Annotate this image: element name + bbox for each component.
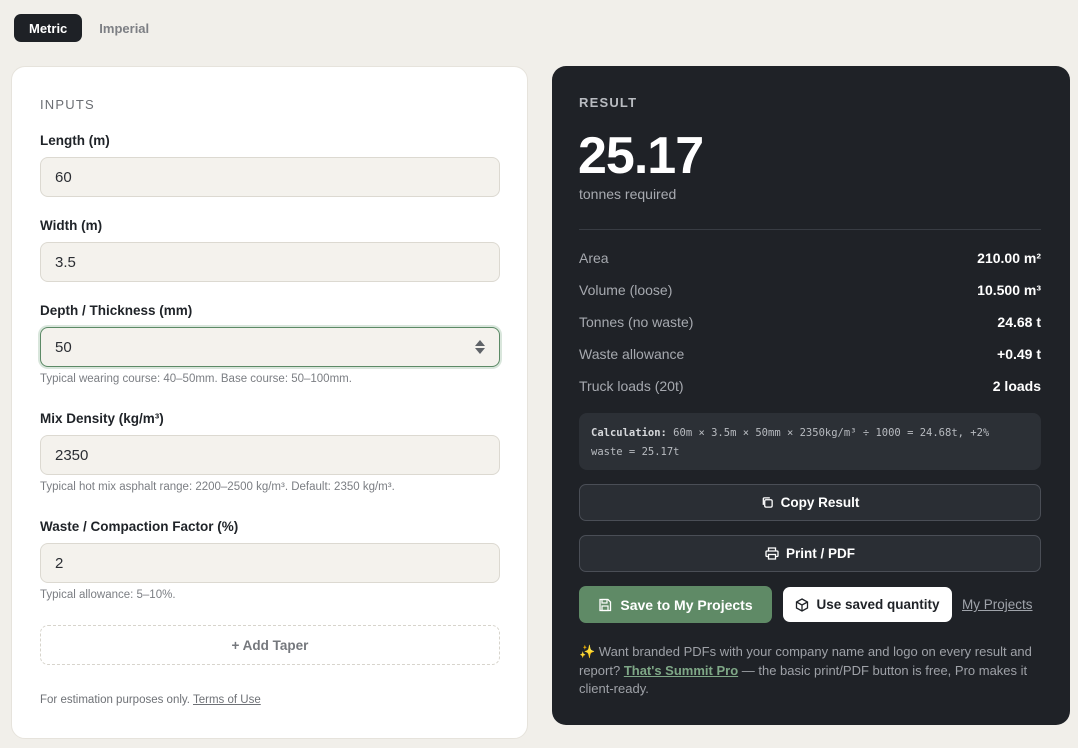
add-taper-button[interactable]: + Add Taper	[40, 625, 500, 665]
copy-icon	[761, 496, 774, 509]
waste-label: Waste / Compaction Factor (%)	[40, 519, 239, 534]
metric-label: Waste allowance	[579, 346, 685, 362]
waste-hint: Typical allowance: 5–10%.	[40, 589, 176, 601]
my-projects-link[interactable]: My Projects	[962, 597, 1033, 612]
metric-row-waste: Waste allowance +0.49 t	[579, 346, 1041, 378]
disclaimer-text: For estimation purposes only.	[40, 694, 190, 706]
metric-row-volume: Volume (loose) 10.500 m³	[579, 282, 1041, 314]
depth-value: 50	[55, 338, 72, 356]
width-input[interactable]: 3.5	[40, 242, 500, 282]
unit-toggle: Metric Imperial	[14, 14, 164, 42]
promo-text: ✨ Want branded PDFs with your company na…	[579, 643, 1045, 699]
result-panel: RESULT 25.17 tonnes required Area 210.00…	[552, 66, 1070, 725]
result-value: 25.17	[578, 127, 704, 185]
summit-pro-link[interactable]: That's Summit Pro	[624, 663, 738, 678]
print-pdf-label: Print / PDF	[785, 546, 855, 561]
depth-hint: Typical wearing course: 40–50mm. Base co…	[40, 373, 352, 385]
sparkles-icon: ✨	[579, 644, 596, 659]
result-metrics: Area 210.00 m² Volume (loose) 10.500 m³ …	[579, 250, 1041, 410]
metric-row-tonnes: Tonnes (no waste) 24.68 t	[579, 314, 1041, 346]
copy-result-label: Copy Result	[780, 495, 860, 510]
calculation-line-1: 60m × 3.5m × 50mm × 2350kg/m³ ÷ 1000 = 2…	[666, 427, 990, 439]
metric-label: Area	[579, 250, 609, 266]
disclaimer: For estimation purposes only. Terms of U…	[40, 694, 261, 706]
density-input[interactable]: 2350	[40, 435, 500, 475]
width-field: Width (m) 3.5	[40, 218, 500, 282]
terms-link[interactable]: Terms of Use	[193, 694, 261, 706]
width-value: 3.5	[55, 253, 76, 271]
result-divider	[579, 229, 1041, 230]
density-hint: Typical hot mix asphalt range: 2200–2500…	[40, 481, 395, 493]
metric-value: +0.49 t	[997, 346, 1041, 362]
printer-icon	[765, 547, 779, 560]
metric-label: Truck loads (20t)	[579, 378, 684, 394]
length-label: Length (m)	[40, 133, 110, 148]
density-value: 2350	[55, 446, 89, 464]
number-stepper-icon[interactable]	[475, 340, 485, 354]
width-label: Width (m)	[40, 218, 103, 233]
metric-row-trucks: Truck loads (20t) 2 loads	[579, 378, 1041, 410]
depth-input[interactable]: 50	[40, 327, 500, 367]
length-value: 60	[55, 168, 72, 186]
waste-field: Waste / Compaction Factor (%) 2 Typical …	[40, 519, 500, 601]
use-saved-quantity-label: Use saved quantity	[816, 597, 940, 612]
calculation-line-2: waste = 25.17t	[591, 446, 680, 458]
metric-label: Tonnes (no waste)	[579, 314, 694, 330]
calculation-label: Calculation:	[591, 427, 667, 439]
inputs-panel: INPUTS Length (m) 60 Width (m) 3.5 Depth…	[11, 66, 528, 739]
save-to-projects-button[interactable]: Save to My Projects	[579, 586, 772, 623]
metric-row-area: Area 210.00 m²	[579, 250, 1041, 282]
metric-value: 10.500 m³	[977, 282, 1041, 298]
copy-result-button[interactable]: Copy Result	[579, 484, 1041, 521]
cube-icon	[795, 597, 809, 612]
save-to-projects-label: Save to My Projects	[620, 596, 753, 613]
length-field: Length (m) 60	[40, 133, 500, 197]
imperial-tab[interactable]: Imperial	[84, 14, 164, 42]
save-icon	[598, 598, 612, 612]
density-field: Mix Density (kg/m³) 2350 Typical hot mix…	[40, 411, 500, 493]
result-unit: tonnes required	[579, 186, 677, 202]
metric-value: 24.68 t	[997, 314, 1041, 330]
print-pdf-button[interactable]: Print / PDF	[579, 535, 1041, 572]
waste-input[interactable]: 2	[40, 543, 500, 583]
metric-value: 2 loads	[992, 378, 1041, 394]
metric-value: 210.00 m²	[977, 250, 1041, 266]
depth-label: Depth / Thickness (mm)	[40, 303, 193, 318]
length-input[interactable]: 60	[40, 157, 500, 197]
inputs-section-title: INPUTS	[40, 97, 95, 112]
depth-field: Depth / Thickness (mm) 50 Typical wearin…	[40, 303, 500, 385]
result-section-title: RESULT	[579, 95, 638, 110]
metric-tab[interactable]: Metric	[14, 14, 83, 42]
calculation-box: Calculation: 60m × 3.5m × 50mm × 2350kg/…	[579, 413, 1041, 470]
use-saved-quantity-button[interactable]: Use saved quantity	[783, 587, 952, 622]
metric-label: Volume (loose)	[579, 282, 673, 298]
density-label: Mix Density (kg/m³)	[40, 411, 164, 426]
waste-value: 2	[55, 554, 64, 572]
